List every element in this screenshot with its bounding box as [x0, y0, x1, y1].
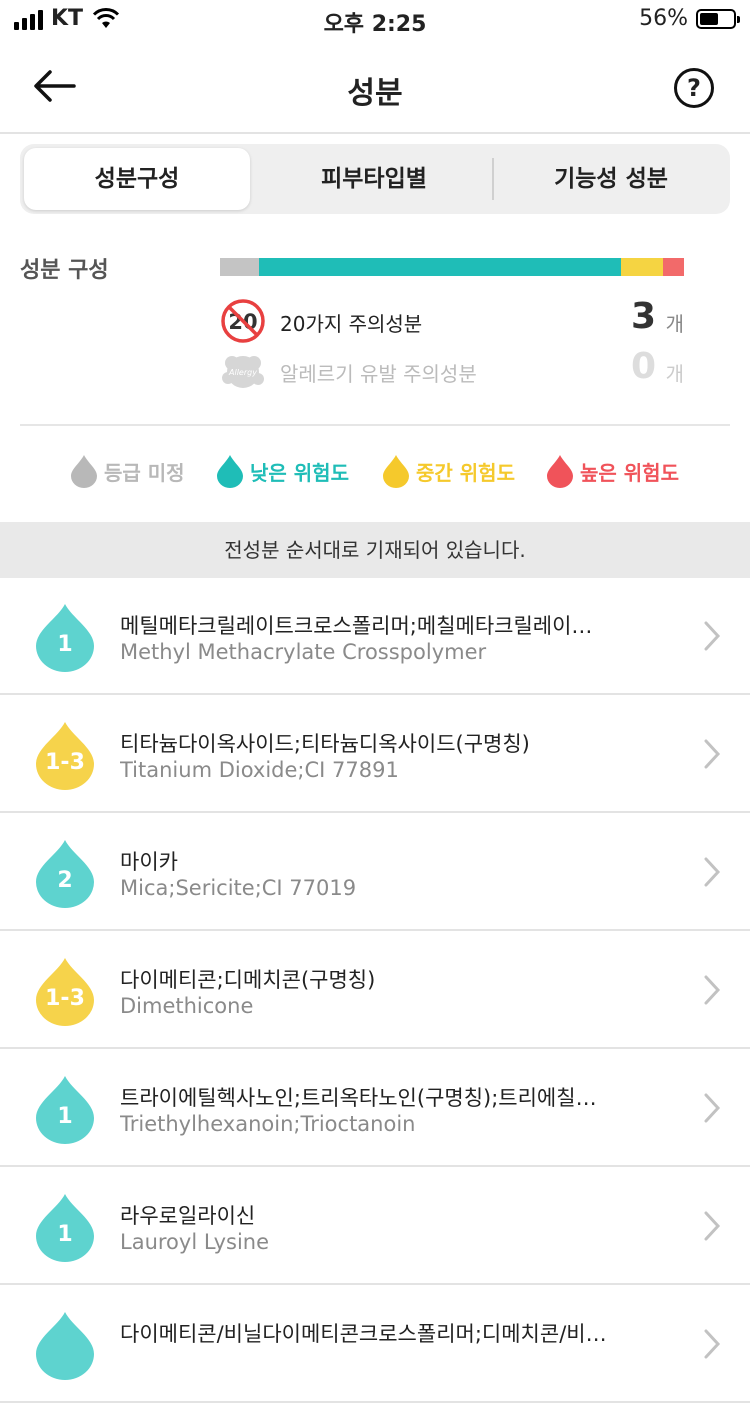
ingredient-order-notice: 전성분 순서대로 기재되어 있습니다.: [0, 522, 750, 578]
chevron-right-icon: [704, 1211, 721, 1241]
nav-bar: 성분 ?: [0, 40, 750, 134]
ingredient-name-ko: 다이메티콘/비닐다이메티콘크로스폴리머;디메치콘/비…: [120, 1322, 607, 1346]
legend-medium: 중간 위험도: [382, 454, 515, 488]
grade-label: 1: [57, 1222, 73, 1247]
ingredient-row[interactable]: 다이메티콘/비닐다이메티콘크로스폴리머;디메치콘/비…: [0, 1286, 750, 1403]
ingredient-name-ko: 메틸메타크릴레이트크로스폴리머;메칠메타크릴레이…: [120, 614, 593, 638]
legend-high: 높은 위험도: [546, 454, 679, 488]
chevron-right-icon: [704, 975, 721, 1005]
warning-row-20[interactable]: 20 20가지 주의성분 3 개: [220, 296, 684, 348]
composition-label: 성분 구성: [20, 258, 109, 283]
warning-row-allergy[interactable]: Allergy 알레르기 유발 주의성분 0 개: [220, 346, 684, 398]
warning-text: 알레르기 유발 주의성분: [280, 362, 477, 386]
drop-icon: [547, 455, 573, 488]
grade-badge: 1: [34, 1192, 96, 1262]
warning-count: 0: [630, 346, 656, 387]
chevron-right-icon: [704, 1329, 721, 1359]
help-icon[interactable]: ?: [674, 68, 714, 108]
allergy-icon: Allergy: [222, 356, 264, 388]
legend-label: 높은 위험도: [580, 460, 679, 485]
ingredient-row[interactable]: 1 메틸메타크릴레이트크로스폴리머;메칠메타크릴레이… Methyl Metha…: [0, 578, 750, 695]
ingredient-name-en: Mica;Sericite;CI 77019: [120, 876, 357, 900]
ingredient-name-ko: 다이메티콘;디메치콘(구명칭): [120, 968, 376, 992]
page-title: 성분: [347, 76, 403, 111]
grade-badge: 1: [34, 1074, 96, 1144]
ingredient-row[interactable]: 1-3 티타늄다이옥사이드;티타늄디옥사이드(구명칭) Titanium Dio…: [0, 696, 750, 813]
grade-badge: 2: [34, 838, 96, 908]
ingredient-name-en: Dimethicone: [120, 994, 254, 1018]
drop-icon: [71, 455, 97, 488]
bar-segment-high: [663, 258, 684, 276]
ingredient-name-en: Triethylhexanoin;Trioctanoin: [120, 1112, 416, 1136]
legend-label: 낮은 위험도: [250, 460, 349, 485]
grade-badge: [34, 1310, 96, 1380]
legend-label: 등급 미정: [104, 460, 185, 485]
grade-badge: 1-3: [34, 720, 96, 790]
ingredient-name-ko: 라우로일라이신: [120, 1204, 256, 1228]
ingredient-name-en: Lauroyl Lysine: [120, 1230, 270, 1254]
segmented-tabs: 성분구성 피부타입별 기능성 성분: [20, 144, 730, 214]
ingredient-name-ko: 마이카: [120, 850, 178, 874]
ingredient-row[interactable]: 1 라우로일라이신 Lauroyl Lysine: [0, 1168, 750, 1285]
chevron-right-icon: [704, 739, 721, 769]
grade-badge: 1-3: [34, 956, 96, 1026]
ingredient-row[interactable]: 2 마이카 Mica;Sericite;CI 77019: [0, 814, 750, 931]
battery-percent: 56%: [639, 6, 688, 31]
risk-legend: 등급 미정 낮은 위험도 중간 위험도 높은 위험도: [0, 454, 750, 494]
legend-unrated: 등급 미정: [70, 454, 185, 488]
ingredient-row[interactable]: 1-3 다이메티콘;디메치콘(구명칭) Dimethicone: [0, 932, 750, 1049]
ingredient-name-ko: 트라이에틸헥사노인;트리옥타노인(구명칭);트리에칠…: [120, 1086, 597, 1110]
battery-icon: [696, 8, 740, 29]
warning-unit: 개: [665, 362, 684, 386]
bar-segment-medium: [621, 258, 664, 276]
tab-skin-type[interactable]: 피부타입별: [256, 148, 492, 210]
bar-segment-unrated: [220, 258, 260, 276]
no-20-icon: 20: [221, 299, 265, 343]
grade-label: 2: [57, 868, 73, 893]
status-time: 오후 2:25: [323, 12, 427, 37]
warning-count: 3: [630, 296, 656, 337]
grade-label: 1-3: [45, 986, 85, 1011]
chevron-right-icon: [704, 621, 721, 651]
composition-bar: [220, 258, 684, 276]
ingredient-name-en: Methyl Methacrylate Crosspolymer: [120, 640, 487, 664]
warning-unit: 개: [665, 312, 684, 336]
drop-icon: [217, 455, 243, 488]
grade-label: 1: [57, 632, 73, 657]
legend-low: 낮은 위험도: [216, 454, 349, 488]
grade-badge: 1: [34, 602, 96, 672]
chevron-right-icon: [704, 1093, 721, 1123]
warning-text: 20가지 주의성분: [280, 312, 423, 336]
legend-label: 중간 위험도: [416, 460, 515, 485]
status-bar: KT 오후 2:25 56%: [0, 0, 750, 40]
status-right: 56%: [639, 6, 740, 31]
tab-composition[interactable]: 성분구성: [24, 148, 250, 210]
drop-icon: [383, 455, 409, 488]
grade-label: 1-3: [45, 750, 85, 775]
tab-functional[interactable]: 기능성 성분: [494, 148, 728, 210]
bar-segment-low: [259, 258, 622, 276]
ingredient-row[interactable]: 1 트라이에틸헥사노인;트리옥타노인(구명칭);트리에칠… Triethylhe…: [0, 1050, 750, 1167]
chevron-right-icon: [704, 857, 721, 887]
svg-text:Allergy: Allergy: [228, 368, 257, 377]
ingredient-name-en: Titanium Dioxide;CI 77891: [120, 758, 399, 782]
ingredient-name-ko: 티타늄다이옥사이드;티타늄디옥사이드(구명칭): [120, 732, 530, 756]
section-divider: [20, 424, 730, 426]
grade-label: 1: [57, 1104, 73, 1129]
